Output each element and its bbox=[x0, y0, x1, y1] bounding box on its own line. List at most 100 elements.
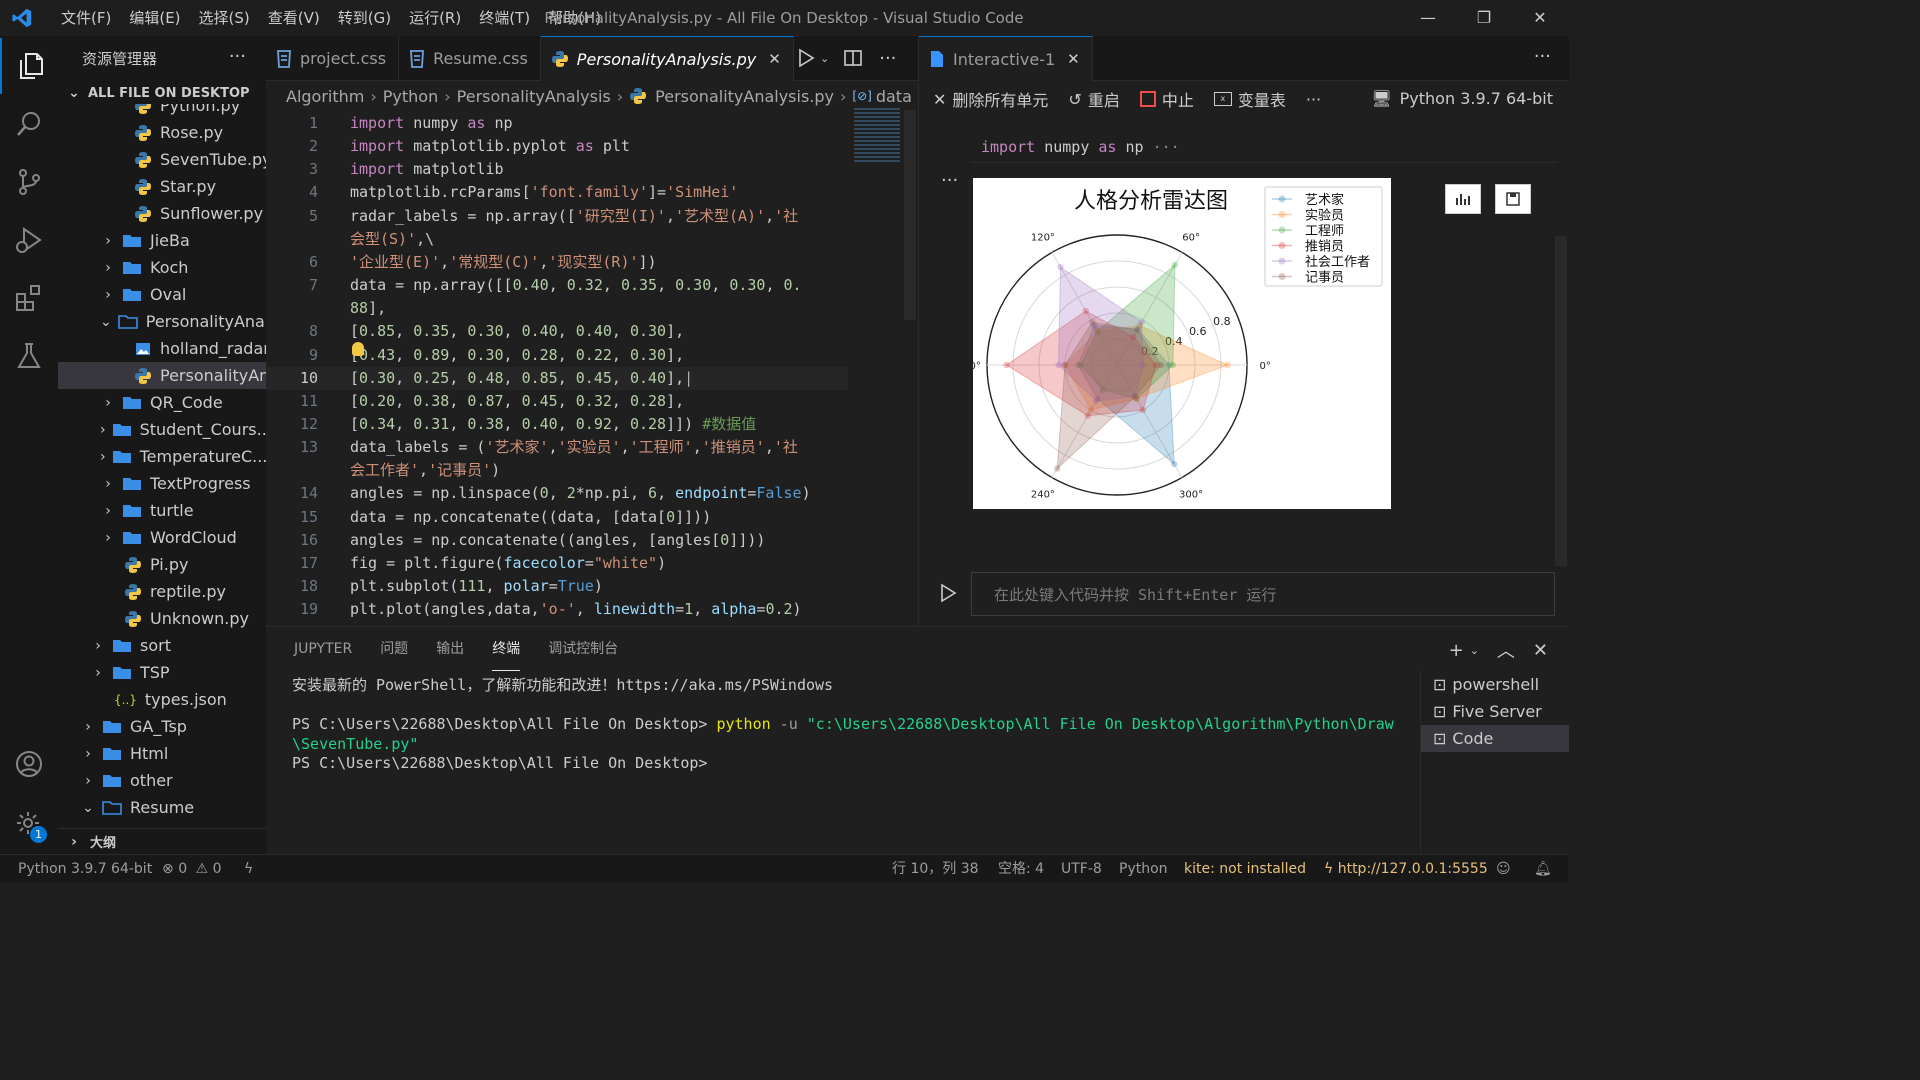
status-cursor-position[interactable]: 行 10，列 38 bbox=[892, 855, 979, 883]
tree-item[interactable]: Rose.py bbox=[58, 119, 266, 146]
tree-item[interactable]: › sort bbox=[58, 632, 266, 659]
tree-item[interactable]: › Koch bbox=[58, 254, 266, 281]
menu-item[interactable]: 转到(G) bbox=[329, 0, 400, 36]
breadcrumb-item[interactable]: Algorithm bbox=[286, 87, 364, 106]
minimize-button[interactable]: — bbox=[1400, 0, 1456, 36]
notifications-bell-icon[interactable]: 🔔︎ bbox=[1534, 855, 1552, 883]
tree-item[interactable]: holland_radar... bbox=[58, 335, 266, 362]
menu-item[interactable]: 终端(T) bbox=[470, 0, 539, 36]
split-editor-icon[interactable] bbox=[843, 48, 863, 68]
variables-button[interactable]: x 变量表 bbox=[1213, 87, 1286, 111]
tab-file[interactable]: Resume.css bbox=[399, 36, 541, 80]
breadcrumb-item[interactable]: PersonalityAnalysis.py bbox=[655, 87, 834, 106]
kernel-picker[interactable]: 🖥 Python 3.9.7 64-bit bbox=[1371, 81, 1553, 117]
status-language[interactable]: Python bbox=[1119, 855, 1168, 883]
status-kite[interactable]: kite: not installed bbox=[1184, 855, 1306, 883]
panel-tab[interactable]: JUPYTER bbox=[294, 627, 352, 671]
tree-item[interactable]: › Oval bbox=[58, 281, 266, 308]
workspace-section-header[interactable]: ⌄ ALL FILE ON DESKTOP bbox=[58, 80, 266, 106]
editor-more-icon[interactable]: ··· bbox=[879, 48, 896, 69]
close-tab-icon[interactable]: ✕ bbox=[1067, 50, 1080, 68]
cell-input[interactable]: import numpy as np ··· bbox=[971, 132, 1557, 163]
source-control-activity-icon[interactable] bbox=[0, 154, 58, 210]
breadcrumb-item[interactable]: Python bbox=[383, 87, 438, 106]
close-panel-icon[interactable]: ✕ bbox=[1533, 640, 1548, 661]
panel-tab[interactable]: 终端 bbox=[492, 627, 521, 671]
run-cell-icon[interactable] bbox=[939, 583, 957, 607]
maximize-panel-icon[interactable]: ︿ bbox=[1497, 637, 1515, 663]
terminal-instance[interactable]: ⊡ Code bbox=[1421, 725, 1569, 752]
terminal-dropdown-icon[interactable]: ⌄ bbox=[1470, 644, 1479, 657]
interrupt-button[interactable]: 中止 bbox=[1139, 87, 1194, 111]
feedback-icon[interactable]: ☺ bbox=[1496, 855, 1511, 883]
status-encoding[interactable]: UTF-8 bbox=[1061, 855, 1102, 883]
tree-item[interactable]: Star.py bbox=[58, 173, 266, 200]
menu-item[interactable]: 编辑(E) bbox=[120, 0, 189, 36]
panel-tab[interactable]: 输出 bbox=[436, 627, 464, 671]
toolbar-more-icon[interactable]: ··· bbox=[1306, 90, 1321, 109]
tree-item[interactable]: › WordCloud bbox=[58, 524, 266, 551]
restart-button[interactable]: ↺ 重启 bbox=[1068, 87, 1119, 111]
menu-item[interactable]: 帮助(H) bbox=[539, 0, 610, 36]
restore-button[interactable]: ❐ bbox=[1456, 0, 1512, 36]
menu-item[interactable]: 文件(F) bbox=[52, 0, 120, 36]
save-plot-button[interactable] bbox=[1495, 184, 1531, 214]
tree-item[interactable]: Pi.py bbox=[58, 551, 266, 578]
search-activity-icon[interactable] bbox=[0, 96, 58, 152]
tree-item[interactable]: › QR_Code bbox=[58, 389, 266, 416]
tree-item[interactable]: › Html bbox=[58, 740, 266, 767]
cell-more-icon[interactable]: ··· bbox=[941, 170, 958, 191]
tab-active-file[interactable]: PersonalityAnalysis.py ✕ bbox=[540, 36, 794, 81]
code-editor[interactable]: 1 import numpy as np 2 import matplotlib.py… bbox=[266, 110, 918, 626]
tree-item[interactable]: PersonalityAn... bbox=[58, 362, 266, 389]
open-plot-viewer-button[interactable] bbox=[1445, 184, 1481, 214]
tab-file[interactable]: project.css bbox=[266, 36, 400, 80]
tree-item[interactable]: ⌄ PersonalityAna... bbox=[58, 308, 266, 335]
tree-item[interactable]: › JieBa bbox=[58, 227, 266, 254]
cell-input-box[interactable]: 在此处键入代码并按 Shift+Enter 运行 bbox=[971, 572, 1555, 616]
tree-item[interactable]: › TextProgress bbox=[58, 470, 266, 497]
menu-item[interactable]: 选择(S) bbox=[190, 0, 259, 36]
tab-interactive[interactable]: Interactive-1 ✕ bbox=[919, 36, 1093, 81]
accounts-activity-icon[interactable] bbox=[0, 736, 58, 792]
tree-item[interactable]: › TemperatureC... bbox=[58, 443, 266, 470]
testing-activity-icon[interactable] bbox=[0, 328, 58, 384]
panel-tab[interactable]: 调试控制台 bbox=[548, 627, 618, 671]
outline-section-header[interactable]: › 大纲 bbox=[58, 828, 266, 854]
close-tab-icon[interactable]: ✕ bbox=[768, 50, 781, 68]
terminal-instance[interactable]: ⊡ Five Server bbox=[1421, 698, 1569, 725]
explorer-activity-icon[interactable] bbox=[0, 38, 60, 94]
terminal-instance[interactable]: ⊡ powershell bbox=[1421, 671, 1569, 698]
lightbulb-icon[interactable] bbox=[352, 342, 364, 356]
new-terminal-icon[interactable]: + bbox=[1449, 640, 1464, 661]
tree-item[interactable]: Python.py bbox=[58, 104, 266, 119]
menu-item[interactable]: 运行(R) bbox=[400, 0, 470, 36]
interactive-more-icon[interactable]: ··· bbox=[1534, 46, 1551, 67]
close-window-button[interactable]: ✕ bbox=[1512, 0, 1568, 36]
tree-item[interactable]: › other bbox=[58, 767, 266, 794]
run-dropdown-icon[interactable]: ⌄ bbox=[820, 52, 829, 65]
tree-item[interactable]: Unknown.py bbox=[58, 605, 266, 632]
status-live-server[interactable]: ϟ http://127.0.0.1:5555 bbox=[1324, 855, 1488, 883]
status-indentation[interactable]: 空格: 4 bbox=[998, 855, 1044, 883]
tree-item[interactable]: {..} types.json bbox=[58, 686, 266, 713]
vertical-scrollbar[interactable] bbox=[904, 110, 916, 320]
panel-tab[interactable]: 问题 bbox=[380, 627, 408, 671]
tree-item[interactable]: reptile.py bbox=[58, 578, 266, 605]
menu-item[interactable]: 查看(V) bbox=[259, 0, 329, 36]
tree-item[interactable]: Sunflower.py bbox=[58, 200, 266, 227]
tree-item[interactable]: › GA_Tsp bbox=[58, 713, 266, 740]
explorer-more-icon[interactable]: ··· bbox=[229, 46, 246, 67]
clear-all-button[interactable]: ✕ 删除所有单元 bbox=[933, 87, 1048, 111]
tree-item[interactable]: SevenTube.py bbox=[58, 146, 266, 173]
live-share-icon[interactable]: ϟ bbox=[244, 855, 253, 883]
status-interpreter[interactable]: Python 3.9.7 64-bit bbox=[18, 855, 152, 883]
settings-gear-icon[interactable]: 1 bbox=[0, 796, 58, 852]
tree-item[interactable]: ⌄ Resume bbox=[58, 794, 266, 821]
run-debug-activity-icon[interactable] bbox=[0, 212, 58, 268]
terminal-output[interactable]: 安装最新的 PowerShell，了解新功能和改进！https://aka.ms… bbox=[292, 675, 1416, 773]
tree-item[interactable]: › Student_Cours... bbox=[58, 416, 266, 443]
breadcrumb-item[interactable]: data bbox=[876, 87, 912, 106]
interactive-scrollbar[interactable] bbox=[1555, 236, 1567, 566]
status-problems[interactable]: ⊗ 0 ⚠ 0 bbox=[162, 855, 222, 883]
